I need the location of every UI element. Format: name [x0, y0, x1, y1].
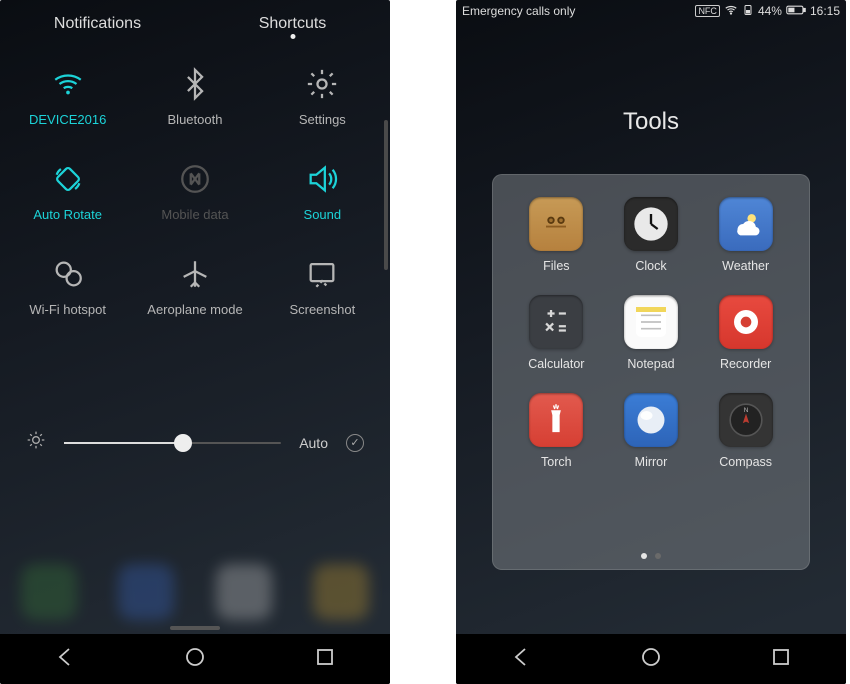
- tools-folder: Files Clock Weather Calcul: [492, 174, 810, 570]
- app-label: Clock: [635, 259, 666, 273]
- app-label: Files: [543, 259, 569, 273]
- app-grid: Files Clock Weather Calcul: [509, 197, 793, 469]
- shortcut-label: Mobile data: [161, 207, 228, 222]
- rotate-icon: [51, 161, 85, 197]
- app-label: Mirror: [635, 455, 668, 469]
- battery-outline-icon: [786, 4, 806, 19]
- shortcut-label: Aeroplane mode: [147, 302, 242, 317]
- notepad-icon: [624, 295, 678, 349]
- shortcut-settings[interactable]: Settings: [259, 66, 386, 127]
- emergency-text: Emergency calls only: [462, 4, 575, 18]
- app-mirror[interactable]: Mirror: [604, 393, 699, 469]
- nav-bar: [456, 634, 846, 684]
- blurred-background: [0, 510, 390, 620]
- app-label: Notepad: [627, 357, 674, 371]
- gear-icon: [305, 66, 339, 102]
- files-icon: [529, 197, 583, 251]
- app-weather[interactable]: Weather: [698, 197, 793, 273]
- recorder-icon: [719, 295, 773, 349]
- bluetooth-icon: [178, 66, 212, 102]
- nav-home[interactable]: [183, 645, 207, 674]
- shortcut-label: Settings: [299, 112, 346, 127]
- home-folder-screen: Emergency calls only NFC 44% 16:15 Tools: [456, 0, 846, 684]
- wifi-status-icon: [724, 3, 738, 20]
- nav-back[interactable]: [509, 645, 533, 674]
- screenshot-icon: [305, 256, 339, 292]
- svg-text:N: N: [743, 407, 748, 414]
- shortcut-autorotate[interactable]: Auto Rotate: [4, 161, 131, 222]
- shortcut-label: Auto Rotate: [33, 207, 102, 222]
- app-torch[interactable]: Torch: [509, 393, 604, 469]
- shortcut-wifi[interactable]: DEVICE2016: [4, 66, 131, 127]
- app-label: Recorder: [720, 357, 771, 371]
- shortcuts-panel: Notifications Shortcuts DEVICE2016 Bluet…: [0, 0, 390, 684]
- shortcut-label: Sound: [304, 207, 342, 222]
- mobiledata-icon: [178, 161, 212, 197]
- shortcut-bluetooth[interactable]: Bluetooth: [131, 66, 258, 127]
- folder-title: Tools: [456, 108, 846, 136]
- battery-icon: [742, 4, 754, 19]
- clock-time: 16:15: [810, 4, 840, 18]
- nav-bar: [0, 634, 390, 684]
- nav-recents[interactable]: [313, 645, 337, 674]
- app-clock[interactable]: Clock: [604, 197, 699, 273]
- shortcut-sound[interactable]: Sound: [259, 161, 386, 222]
- calculator-icon: [529, 295, 583, 349]
- compass-icon: N: [719, 393, 773, 447]
- nfc-indicator: NFC: [695, 5, 720, 17]
- airplane-icon: [178, 256, 212, 292]
- tab-shortcuts[interactable]: Shortcuts: [195, 15, 390, 33]
- shortcut-grid: DEVICE2016 Bluetooth Settings Auto Rotat…: [0, 48, 390, 317]
- app-label: Weather: [722, 259, 769, 273]
- torch-icon: [529, 393, 583, 447]
- shortcut-label: Wi-Fi hotspot: [29, 302, 106, 317]
- app-label: Calculator: [528, 357, 584, 371]
- page-dot-1[interactable]: [641, 553, 647, 559]
- brightness-row: Auto ✓: [0, 430, 390, 455]
- app-calculator[interactable]: Calculator: [509, 295, 604, 371]
- page-dots[interactable]: [493, 553, 809, 559]
- brightness-auto-toggle[interactable]: ✓: [346, 434, 364, 452]
- nav-back[interactable]: [53, 645, 77, 674]
- shortcut-airplane[interactable]: Aeroplane mode: [131, 256, 258, 317]
- brightness-icon: [26, 430, 46, 455]
- sound-icon: [305, 161, 339, 197]
- clock-icon: [624, 197, 678, 251]
- shortcut-screenshot[interactable]: Screenshot: [259, 256, 386, 317]
- app-recorder[interactable]: Recorder: [698, 295, 793, 371]
- nav-recents[interactable]: [769, 645, 793, 674]
- app-label: Compass: [719, 455, 772, 469]
- wifi-icon: [51, 66, 85, 102]
- app-label: Torch: [541, 455, 572, 469]
- panel-tabs: Notifications Shortcuts: [0, 0, 390, 48]
- brightness-auto-label: Auto: [299, 435, 328, 451]
- shortcut-label: DEVICE2016: [29, 112, 106, 127]
- status-bar: Emergency calls only NFC 44% 16:15: [456, 0, 846, 22]
- hotspot-icon: [51, 256, 85, 292]
- nav-home[interactable]: [639, 645, 663, 674]
- scroll-indicator[interactable]: [384, 120, 388, 270]
- page-dot-2[interactable]: [655, 553, 661, 559]
- shortcut-label: Bluetooth: [168, 112, 223, 127]
- app-files[interactable]: Files: [509, 197, 604, 273]
- mirror-icon: [624, 393, 678, 447]
- battery-percent: 44%: [758, 4, 782, 18]
- weather-icon: [719, 197, 773, 251]
- app-notepad[interactable]: Notepad: [604, 295, 699, 371]
- tab-notifications[interactable]: Notifications: [0, 15, 195, 33]
- brightness-slider[interactable]: [64, 442, 281, 444]
- panel-handle[interactable]: [170, 626, 220, 630]
- shortcut-label: Screenshot: [289, 302, 355, 317]
- shortcut-hotspot[interactable]: Wi-Fi hotspot: [4, 256, 131, 317]
- app-compass[interactable]: N Compass: [698, 393, 793, 469]
- shortcut-mobiledata[interactable]: Mobile data: [131, 161, 258, 222]
